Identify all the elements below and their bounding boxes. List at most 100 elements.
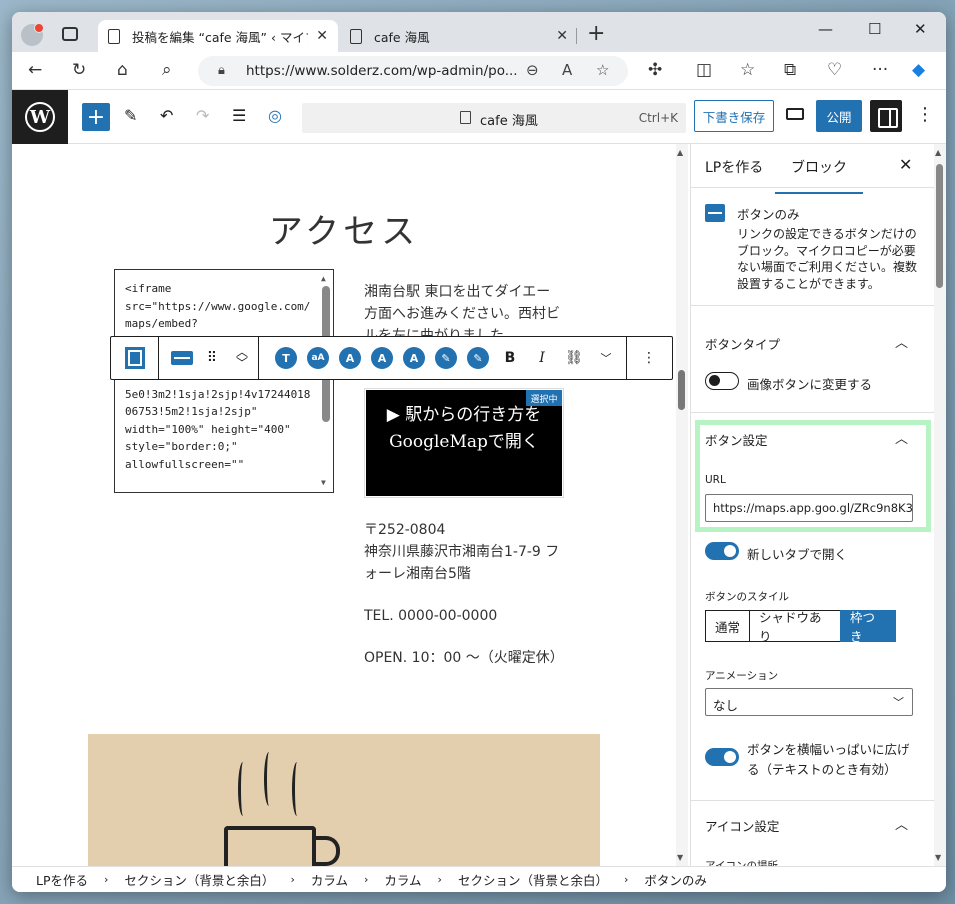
text-outline-icon[interactable]: A	[367, 343, 397, 373]
list-view-icon[interactable]: ☰	[232, 106, 246, 125]
wordpress-logo[interactable]: W	[12, 90, 68, 144]
undo-icon[interactable]: ↶	[160, 106, 173, 125]
split-screen-icon[interactable]: ◫	[696, 60, 712, 80]
close-sidebar-icon[interactable]: ✕	[899, 155, 912, 174]
reload-icon[interactable]: ↻	[72, 60, 86, 80]
minimize-button[interactable]: —	[818, 20, 833, 38]
parent-block-icon[interactable]	[124, 347, 145, 369]
selected-badge: 選択中	[526, 390, 562, 406]
button-block-icon[interactable]	[167, 343, 197, 373]
search-icon[interactable]: ⌕	[162, 60, 172, 80]
panel-button-type[interactable]: ボタンタイプ	[705, 334, 780, 353]
settings-toggle-button[interactable]	[870, 100, 902, 132]
font-size-icon[interactable]: aA	[303, 343, 333, 373]
performance-icon[interactable]: ♡	[827, 60, 842, 80]
breadcrumb-item[interactable]: カラム	[311, 870, 348, 889]
scroll-up-icon[interactable]: ▲	[321, 270, 326, 288]
block-options-icon[interactable]: ⋮	[634, 343, 664, 373]
more-menu-icon[interactable]: ···	[872, 60, 888, 80]
breadcrumb-item[interactable]: セクション（背景と余白）	[124, 870, 274, 889]
move-up-down-icon[interactable]: ︿ ﹀	[227, 343, 257, 373]
tel-text[interactable]: TEL. 0000-00-0000	[364, 605, 564, 627]
tab-actions-icon[interactable]	[62, 27, 78, 41]
bold-icon[interactable]: B	[495, 343, 525, 373]
scroll-up-icon[interactable]: ▲	[935, 148, 941, 157]
chevron-up-icon[interactable]: ︿	[895, 428, 908, 447]
drag-handle-icon[interactable]: ⠿	[197, 343, 227, 373]
more-formats-icon[interactable]: ﹀	[591, 343, 621, 373]
tab-block[interactable]: ブロック	[775, 157, 863, 194]
read-aloud-icon[interactable]: A	[562, 61, 572, 79]
chevron-right-icon: ›	[437, 873, 442, 886]
copilot-icon[interactable]: ◆	[912, 60, 925, 80]
text-style-icon[interactable]: T	[271, 343, 301, 373]
url-text[interactable]: https://www.solderz.com/wp-admin/po...	[246, 63, 518, 79]
panel-icon-settings[interactable]: アイコン設定	[705, 816, 779, 835]
link-icon[interactable]: ⛓	[559, 343, 589, 373]
hours-text[interactable]: OPEN. 10：00 〜（火曜定休）	[364, 647, 564, 669]
animation-select[interactable]: なし ﹀	[705, 688, 913, 716]
scroll-down-icon[interactable]: ▼	[677, 853, 683, 862]
address-bar[interactable]: 🔒︎ https://www.solderz.com/wp-admin/po..…	[198, 56, 628, 86]
marker-icon[interactable]: ✎	[431, 343, 461, 373]
scroll-thumb[interactable]	[936, 164, 943, 288]
image-block[interactable]	[88, 734, 600, 866]
add-block-button[interactable]: +	[82, 103, 110, 131]
chevron-up-icon[interactable]: ︿	[895, 814, 908, 833]
breadcrumb-item[interactable]: LPを作る	[36, 870, 88, 889]
maximize-button[interactable]: ☐	[868, 20, 881, 38]
tab-edit-post[interactable]: 投稿を編集 “cafe 海風” ‹ マイブログ ✕	[98, 20, 338, 52]
fullwidth-toggle[interactable]	[705, 748, 739, 766]
save-draft-button[interactable]: 下書き保存	[694, 100, 774, 132]
favorite-star-icon[interactable]: ☆	[596, 61, 609, 79]
style-shadow-button[interactable]: シャドウあり	[749, 610, 841, 644]
image-button-toggle[interactable]	[705, 372, 739, 390]
breadcrumb-item[interactable]: ボタンのみ	[644, 870, 707, 889]
tab-lp[interactable]: LPを作る	[705, 157, 763, 177]
sidebar-scrollbar[interactable]: ▲ ▼	[934, 144, 946, 866]
breadcrumb-item[interactable]: カラム	[384, 870, 421, 889]
zoom-icon[interactable]: ⊖	[526, 61, 539, 79]
publish-button[interactable]: 公開	[816, 100, 862, 132]
scroll-down-icon[interactable]: ▼	[321, 474, 326, 492]
text-color-icon[interactable]: A	[335, 343, 365, 373]
italic-icon[interactable]: I	[527, 343, 557, 373]
collections-icon[interactable]: ⧉	[784, 60, 796, 80]
breadcrumb-item[interactable]: セクション（背景と余白）	[458, 870, 608, 889]
plugin-icon[interactable]: ◎	[268, 106, 282, 125]
command-palette[interactable]: cafe 海風 Ctrl+K	[302, 103, 686, 133]
pencil-icon[interactable]: ✎	[124, 106, 137, 125]
close-tab-icon[interactable]: ✕	[316, 28, 328, 44]
options-menu-icon[interactable]: ⋮	[916, 104, 934, 125]
back-icon[interactable]: ←	[28, 60, 42, 80]
section-heading[interactable]: アクセス	[12, 204, 676, 253]
extensions-icon[interactable]: ✣	[648, 60, 662, 80]
chevron-up-icon[interactable]: ︿	[895, 332, 908, 351]
scroll-down-icon[interactable]: ▼	[935, 853, 941, 862]
profile-avatar[interactable]	[21, 23, 44, 46]
tab-cafe[interactable]: cafe 海風 ✕	[340, 20, 578, 52]
new-tab-button[interactable]: +	[587, 21, 605, 46]
close-window-button[interactable]: ✕	[914, 20, 927, 38]
style-normal-button[interactable]: 通常	[705, 610, 750, 642]
favorites-icon[interactable]: ☆	[740, 60, 755, 80]
preview-icon[interactable]	[786, 108, 804, 120]
new-tab-toggle[interactable]	[705, 542, 739, 560]
close-tab-icon[interactable]: ✕	[556, 28, 568, 44]
scroll-thumb[interactable]	[678, 370, 685, 410]
canvas-scrollbar[interactable]: ▲ ▼	[676, 144, 688, 866]
style-bordered-button[interactable]: 枠つき	[840, 610, 896, 644]
highlighter-icon[interactable]: ✎	[463, 343, 493, 373]
home-icon[interactable]: ⌂	[117, 60, 128, 80]
redo-icon[interactable]: ↷	[196, 106, 209, 125]
lock-icon[interactable]: 🔒︎	[218, 63, 225, 78]
scroll-up-icon[interactable]: ▲	[677, 148, 683, 157]
url-field[interactable]: https://maps.app.goo.gl/ZRc9n8K3Kf...	[705, 494, 913, 522]
address-text[interactable]: 〒252-0804 神奈川県藤沢市湘南台1-7-9 フォーレ湘南台5階	[364, 519, 564, 585]
steam-icon	[292, 762, 302, 816]
text-shadow-icon[interactable]: A	[399, 343, 429, 373]
html-code-block[interactable]: <iframe src="https://www.google.com/maps…	[114, 269, 334, 493]
icon-position-label: アイコンの場所	[705, 860, 778, 866]
code-scrollbar[interactable]: ▲ ▼	[321, 272, 331, 490]
panel-button-settings[interactable]: ボタン設定	[705, 430, 768, 449]
